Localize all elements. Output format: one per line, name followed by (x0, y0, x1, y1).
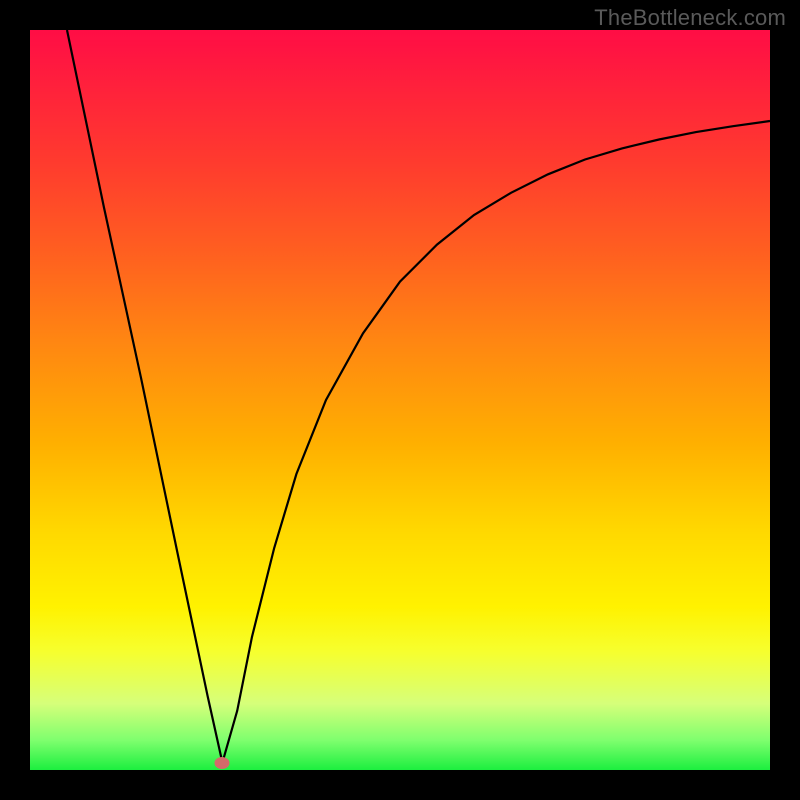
chart-frame: TheBottleneck.com (0, 0, 800, 800)
plot-area (30, 30, 770, 770)
minimum-marker (215, 757, 230, 769)
watermark-text: TheBottleneck.com (594, 5, 786, 31)
bottleneck-curve (30, 30, 770, 770)
